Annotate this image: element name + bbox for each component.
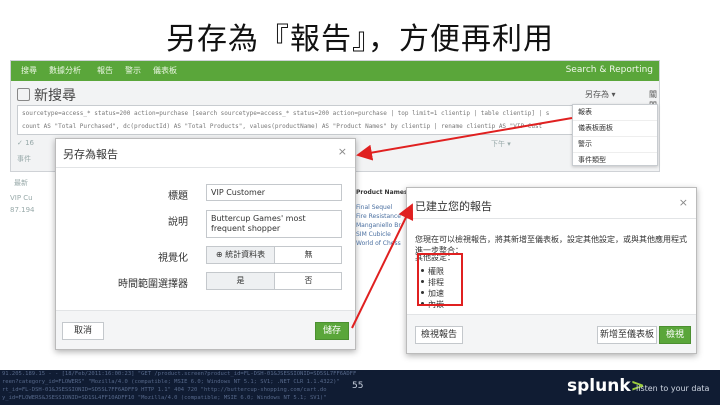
splunk-logo: splunk> (567, 376, 645, 396)
log-line: 91.205.189.15 - - [18/Feb/2011:16:00:23]… (2, 371, 357, 377)
log-line: rt_id=FL-DSH-01&JSESSIONID=SD5SL7FF6ADFF… (2, 387, 327, 393)
page-number: 55 (352, 381, 364, 391)
arrow-to-save-dialog (356, 117, 573, 161)
tagline: listen to your data (636, 384, 710, 393)
logo-text: splunk (567, 376, 631, 396)
annotation-arrows (351, 117, 573, 329)
footer-banner: 91.205.189.15 - - [18/Feb/2011:16:00:23]… (0, 370, 720, 405)
log-line: y_id=FLOWERS&JSESSIONID=SD1SL4FF10ADFF10… (2, 395, 327, 401)
arrow-to-created-dialog (351, 203, 414, 329)
log-line: reen?category_id=FLOWERS" "Mozilla/4.0 (… (2, 379, 340, 385)
